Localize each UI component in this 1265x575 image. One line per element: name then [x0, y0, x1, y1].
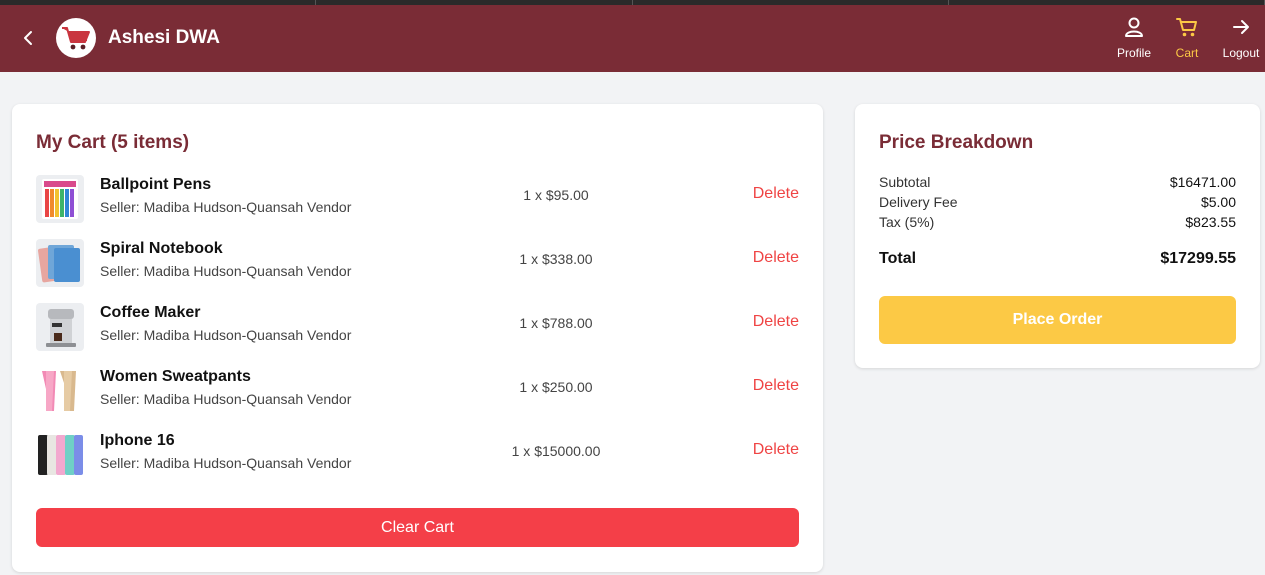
delivery-fee-label: Delivery Fee	[879, 194, 958, 210]
item-quantity-price: 1 x $788.00	[519, 315, 593, 331]
place-order-button[interactable]: Place Order	[879, 296, 1236, 344]
cart-item: Ballpoint Pens Seller: Madiba Hudson-Qua…	[36, 175, 799, 223]
item-name: Coffee Maker	[100, 304, 201, 321]
tax-label: Tax (5%)	[879, 214, 935, 230]
subtotal-row: Subtotal $16471.00	[879, 174, 1236, 190]
cart-panel: My Cart (5 items) Ballpoint Pens Seller:…	[12, 104, 823, 572]
arrow-right-icon	[1233, 20, 1249, 34]
subtotal-label: Subtotal	[879, 174, 931, 190]
delete-item-button[interactable]: Delete	[753, 377, 799, 395]
total-value: $17299.55	[1160, 250, 1236, 267]
nav-profile-label: Profile	[1116, 46, 1151, 60]
cart-item: Women Sweatpants Seller: Madiba Hudson-Q…	[36, 367, 799, 415]
women-sweatpants-thumbnail	[36, 367, 84, 415]
item-seller: Seller: Madiba Hudson-Quansah Vendor	[100, 455, 352, 471]
spiral-notebook-thumbnail	[36, 239, 84, 287]
user-icon	[1125, 17, 1143, 37]
total-row: Total $17299.55	[879, 250, 1236, 268]
price-breakdown-title: Price Breakdown	[879, 132, 1034, 153]
cart-icon	[1176, 18, 1197, 37]
cart-title: My Cart (5 items)	[36, 132, 190, 153]
item-seller: Seller: Madiba Hudson-Quansah Vendor	[100, 327, 352, 343]
item-name: Iphone 16	[100, 432, 175, 449]
item-quantity-price: 1 x $95.00	[523, 187, 589, 203]
delivery-fee-value: $5.00	[1200, 194, 1236, 210]
nav-logout-label: Logout	[1222, 46, 1260, 60]
delivery-fee-row: Delivery Fee $5.00	[879, 194, 1236, 210]
app-header: Ashesi DWA Profile Cart Logout	[0, 5, 1265, 72]
cart-item: Coffee Maker Seller: Madiba Hudson-Quans…	[36, 303, 799, 351]
nav-profile[interactable]: Profile	[1104, 16, 1164, 60]
brand-name: Ashesi DWA	[108, 27, 220, 48]
back-icon[interactable]	[17, 27, 39, 49]
clear-cart-button[interactable]: Clear Cart	[36, 508, 799, 547]
tax-value: $823.55	[1185, 214, 1236, 230]
logo	[56, 18, 96, 58]
item-seller: Seller: Madiba Hudson-Quansah Vendor	[100, 199, 352, 215]
item-name: Spiral Notebook	[100, 240, 223, 257]
item-name: Women Sweatpants	[100, 368, 251, 385]
item-quantity-price: 1 x $250.00	[519, 379, 593, 395]
coffee-maker-thumbnail	[36, 303, 84, 351]
tax-row: Tax (5%) $823.55	[879, 214, 1236, 230]
subtotal-value: $16471.00	[1169, 174, 1236, 190]
delete-item-button[interactable]: Delete	[753, 313, 799, 331]
price-breakdown-panel: Price Breakdown Subtotal $16471.00 Deliv…	[855, 104, 1260, 368]
item-seller: Seller: Madiba Hudson-Quansah Vendor	[100, 391, 352, 407]
total-label: Total	[879, 250, 917, 267]
cart-item: Spiral Notebook Seller: Madiba Hudson-Qu…	[36, 239, 799, 287]
shopping-cart-logo-icon	[62, 27, 90, 50]
delete-item-button[interactable]: Delete	[753, 441, 799, 459]
delete-item-button[interactable]: Delete	[753, 249, 799, 267]
item-quantity-price: 1 x $338.00	[519, 251, 593, 267]
nav-cart[interactable]: Cart	[1157, 16, 1217, 60]
item-quantity-price: 1 x $15000.00	[511, 443, 601, 459]
nav-logout[interactable]: Logout	[1211, 16, 1265, 60]
item-seller: Seller: Madiba Hudson-Quansah Vendor	[100, 263, 352, 279]
ballpoint-pens-thumbnail	[36, 175, 84, 223]
nav-cart-label: Cart	[1175, 46, 1199, 60]
item-name: Ballpoint Pens	[100, 176, 212, 193]
cart-item: Iphone 16 Seller: Madiba Hudson-Quansah …	[36, 431, 799, 479]
iphone-16-thumbnail	[36, 431, 84, 479]
delete-item-button[interactable]: Delete	[753, 185, 799, 203]
